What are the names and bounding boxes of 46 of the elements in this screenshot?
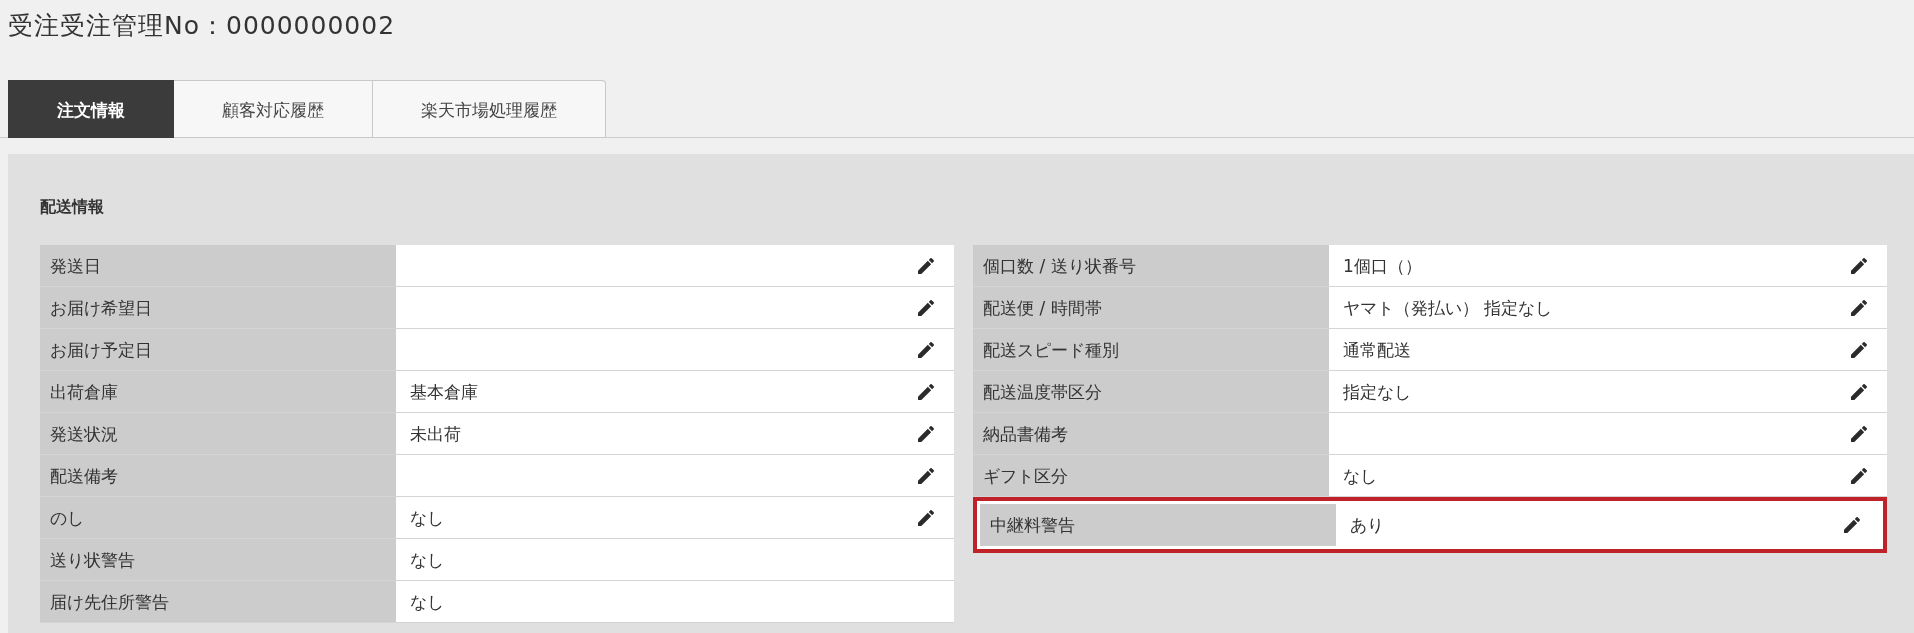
field-value: なし (1343, 464, 1377, 488)
field-label: 配送温度帯区分 (973, 371, 1329, 412)
field-value: 未出荷 (410, 422, 461, 446)
field-label: 届け先住所警告 (40, 581, 396, 622)
pencil-icon[interactable] (1851, 341, 1867, 358)
pencil-icon[interactable] (1844, 517, 1860, 533)
field-label: 配送便 / 時間帯 (973, 287, 1329, 328)
tab[interactable]: 楽天市場処理履歴 (373, 80, 606, 138)
field-label: 発送日 (40, 245, 396, 286)
pencil-icon[interactable] (918, 509, 934, 526)
tab[interactable]: 注文情報 (8, 80, 174, 138)
field-value: なし (410, 548, 444, 572)
field-value: ヤマト（発払い） 指定なし (1343, 296, 1553, 320)
pencil-icon[interactable] (1851, 467, 1867, 484)
pencil-icon[interactable] (1851, 299, 1867, 316)
section-heading: 配送情報 (40, 196, 104, 218)
pencil-icon[interactable] (918, 425, 934, 442)
field-label: 中継料警告 (980, 504, 1336, 546)
pencil-icon[interactable] (918, 257, 934, 274)
field-value: 指定なし (1343, 380, 1411, 404)
pencil-icon[interactable] (1851, 383, 1867, 400)
field-label: 出荷倉庫 (40, 371, 396, 412)
field-label: 個口数 / 送り状番号 (973, 245, 1329, 286)
field-value: なし (410, 506, 444, 530)
field-label: 送り状警告 (40, 539, 396, 580)
page-title: 受注受注管理No：0000000002 (8, 10, 396, 42)
pencil-icon[interactable] (918, 467, 934, 484)
pencil-icon[interactable] (918, 383, 934, 400)
field-label: 納品書備考 (973, 413, 1329, 454)
field-value: 1個口（） (1343, 254, 1422, 278)
field-label: のし (40, 497, 396, 538)
field-value: なし (410, 590, 444, 614)
field-label: ギフト区分 (973, 455, 1329, 496)
field-value: 基本倉庫 (410, 380, 478, 404)
pencil-icon[interactable] (918, 341, 934, 358)
tab[interactable]: 顧客対応履歴 (174, 80, 373, 138)
pencil-icon[interactable] (918, 299, 934, 316)
field-label: 配送備考 (40, 455, 396, 496)
pencil-icon[interactable] (1851, 425, 1867, 442)
field-label: 発送状況 (40, 413, 396, 454)
field-label: お届け希望日 (40, 287, 396, 328)
pencil-icon[interactable] (1851, 257, 1867, 274)
field-value: 通常配送 (1343, 338, 1411, 362)
field-value: あり (1350, 514, 1384, 537)
field-label: お届け予定日 (40, 329, 396, 370)
field-label: 配送スピード種別 (973, 329, 1329, 370)
